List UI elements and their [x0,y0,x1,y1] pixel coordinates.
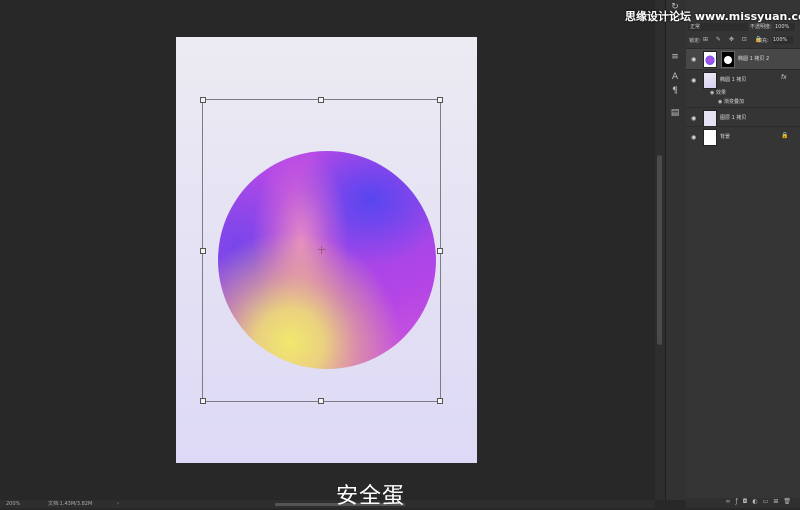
layer-name: 椭圆 1 拷贝 [720,77,747,83]
visibility-eye-icon[interactable]: ◉ [691,134,696,141]
new-layer-icon[interactable]: ⊞ [773,498,783,505]
blend-mode-select[interactable]: 正常 [688,23,748,31]
mask-icon[interactable]: ◘ [743,498,753,505]
fx-icon[interactable]: fx [781,74,787,81]
lock-label: 锁定: [689,38,701,44]
transform-handle-right[interactable] [437,248,443,254]
fx-icon[interactable]: ƒ [736,498,743,505]
layer-mask-thumbnail[interactable] [721,51,735,68]
lock-icons[interactable]: ⊞ ✎ ✥ ⊡ 🔒 [703,36,765,43]
layer-thumbnail [703,51,717,68]
group-icon[interactable]: ▭ [763,498,774,505]
document-info: 文档:1.43M/3.82M [48,501,93,507]
status-arrow-icon[interactable]: › [117,500,119,508]
transform-handle-top-right[interactable] [437,97,443,103]
visibility-eye-icon[interactable]: ◉ [691,115,696,122]
transform-handle-bottom-left[interactable] [200,398,206,404]
transform-handle-top-left[interactable] [200,97,206,103]
opacity-label: 不透明度: [750,24,772,30]
fill-field[interactable]: 100% [773,36,793,44]
layer-name: 图层 1 拷贝 [720,115,747,121]
effects-label: ◉ 效果 [710,90,726,96]
adjustment-icon[interactable]: ◐ [752,498,762,505]
properties-icon[interactable]: ▤ [670,108,680,118]
visibility-eye-icon[interactable]: ◉ [691,56,696,63]
layer-thumbnail [703,129,717,146]
layer-thumbnail [703,72,717,89]
layer-name: 椭圆 1 拷贝 2 [738,56,770,62]
paragraph-icon[interactable]: ¶ [670,86,680,96]
zoom-level[interactable]: 200% [6,500,20,508]
visibility-eye-icon[interactable]: ◉ [691,77,696,84]
layers-panel-footer: ∞ƒ◘◐▭⊞🗑 [686,498,800,508]
lock-icon: 🔒 [781,132,789,139]
layer-thumbnail [703,110,717,127]
vertical-scrollbar-thumb[interactable] [657,155,662,345]
transform-center-point[interactable] [318,246,326,254]
gradient-overlay-effect[interactable]: ◉ 渐变叠加 [718,98,744,105]
transform-handle-top[interactable] [318,97,324,103]
caption-text: 安全蛋 [336,484,406,509]
transform-handle-left[interactable] [200,248,206,254]
fill-label: 填充: [757,38,769,44]
transform-handle-bottom[interactable] [318,398,324,404]
layer-name: 背景 [720,134,731,140]
link-icon[interactable]: ∞ [726,498,736,505]
adjust-icon[interactable]: ≡ [670,52,680,62]
text-icon[interactable]: A [670,72,680,82]
trash-icon[interactable]: 🗑 [783,498,796,505]
layer-row-background[interactable]: ◉ 背景 🔒 [686,126,800,147]
transform-handle-bottom-right[interactable] [437,398,443,404]
layer-row-layer-1-copy[interactable]: ◉ 图层 1 拷贝 [686,107,800,128]
layer-row-ellipse-copy-2[interactable]: ◉ 椭圆 1 拷贝 2 [686,48,800,69]
opacity-field[interactable]: 100% [775,23,795,31]
layer-row-ellipse-copy[interactable]: ◉ 椭圆 1 拷贝 fx [686,69,800,90]
watermark-text: 思缘设计论坛 www.missyuan.com [625,10,800,23]
